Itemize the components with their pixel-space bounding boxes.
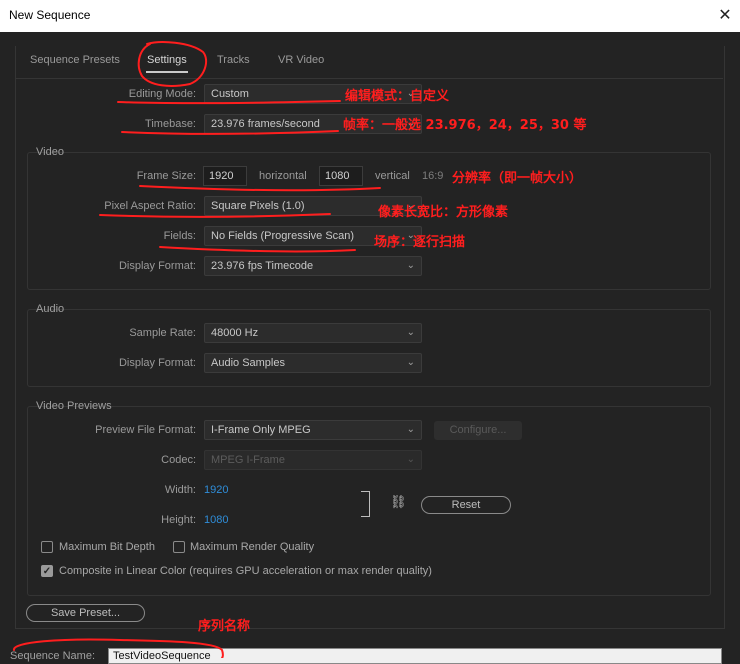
linear-color-label: Composite in Linear Color (requires GPU …: [59, 565, 432, 577]
annotation-sequence-name: 序列名称: [198, 619, 251, 634]
annotation-frame-size: 分辨率（即一帧大小）: [452, 171, 583, 186]
annotation-fields: 场序：逐行扫描: [374, 235, 466, 250]
chevron-down-icon: ⌄: [406, 357, 415, 368]
dimension-link-bracket: [361, 491, 370, 517]
chevron-down-icon: ⌄: [406, 454, 415, 465]
codec-value: MPEG I-Frame: [211, 454, 285, 466]
frame-size-label: Frame Size:: [136, 170, 196, 182]
max-bit-depth-label: Maximum Bit Depth: [59, 541, 155, 553]
audio-display-format-dropdown[interactable]: Audio Samples ⌄: [204, 353, 422, 373]
editing-mode-value: Custom: [211, 88, 249, 100]
max-bit-depth-checkbox[interactable]: [41, 541, 53, 553]
audio-display-format-label: Display Format:: [118, 357, 196, 369]
audio-display-format-value: Audio Samples: [211, 357, 285, 369]
frame-height-input[interactable]: 1080: [319, 166, 363, 186]
video-display-format-dropdown[interactable]: 23.976 fps Timecode ⌄: [204, 256, 422, 276]
codec-dropdown[interactable]: MPEG I-Frame ⌄: [204, 450, 422, 470]
active-tab-indicator: [146, 71, 188, 73]
link-icon[interactable]: ⛓: [390, 494, 407, 510]
editing-mode-label: Editing Mode:: [128, 88, 196, 100]
sequence-name-input[interactable]: TestVideoSequence: [108, 648, 722, 664]
vertical-label: vertical: [375, 170, 410, 182]
timebase-label: Timebase:: [145, 118, 196, 130]
tab-sequence-presets[interactable]: Sequence Presets: [30, 54, 120, 66]
chevron-down-icon: ⌄: [406, 260, 415, 271]
horizontal-label: horizontal: [259, 170, 307, 182]
audio-group: [27, 309, 711, 387]
timebase-value: 23.976 frames/second: [211, 118, 320, 130]
preview-width-label: Width:: [164, 484, 196, 496]
tab-settings[interactable]: Settings: [147, 54, 187, 66]
sample-rate-label: Sample Rate:: [129, 327, 196, 339]
audio-group-title: Audio: [36, 303, 65, 315]
save-preset-button[interactable]: Save Preset...: [26, 604, 145, 622]
preview-height-label: Height:: [161, 514, 196, 526]
chevron-down-icon: ⌄: [406, 424, 415, 435]
preview-file-format-dropdown[interactable]: I-Frame Only MPEG ⌄: [204, 420, 422, 440]
video-previews-group-title: Video Previews: [36, 400, 112, 412]
tab-divider: [15, 78, 723, 79]
sequence-name-label: Sequence Name:: [10, 650, 95, 662]
aspect-ratio-readout: 16:9: [422, 170, 444, 182]
pixel-aspect-value: Square Pixels (1.0): [211, 200, 305, 212]
tab-tracks[interactable]: Tracks: [217, 54, 250, 66]
max-render-quality-label: Maximum Render Quality: [190, 541, 315, 553]
preview-file-format-value: I-Frame Only MPEG: [211, 424, 311, 436]
annotation-editing-mode: 编辑模式：自定义: [345, 89, 450, 104]
preview-height-value[interactable]: 1080: [204, 514, 228, 526]
preview-file-format-label: Preview File Format:: [95, 424, 196, 436]
pixel-aspect-label: Pixel Aspect Ratio:: [104, 200, 196, 212]
linear-color-checkbox[interactable]: ✓: [41, 565, 53, 577]
close-icon[interactable]: ✕: [716, 5, 734, 25]
reset-button[interactable]: Reset: [421, 496, 511, 514]
video-group-title: Video: [36, 146, 64, 158]
annotation-timebase: 帧率：一般选 23.976，24，25，30 等: [343, 118, 587, 133]
annotation-pixel-aspect: 像素长宽比：方形像素: [378, 205, 509, 220]
codec-label: Codec:: [161, 454, 196, 466]
window-title: New Sequence: [9, 8, 91, 22]
frame-width-input[interactable]: 1920: [203, 166, 247, 186]
title-bar: New Sequence ✕: [0, 0, 740, 32]
video-display-format-label: Display Format:: [118, 260, 196, 272]
max-render-quality-checkbox[interactable]: [173, 541, 185, 553]
chevron-down-icon: ⌄: [406, 327, 415, 338]
fields-value: No Fields (Progressive Scan): [211, 230, 355, 242]
video-display-format-value: 23.976 fps Timecode: [211, 260, 314, 272]
sample-rate-dropdown[interactable]: 48000 Hz ⌄: [204, 323, 422, 343]
tab-vr-video[interactable]: VR Video: [278, 54, 324, 66]
fields-label: Fields:: [163, 230, 196, 242]
preview-width-value[interactable]: 1920: [204, 484, 228, 496]
checkmark-icon: ✓: [42, 566, 52, 577]
configure-button[interactable]: Configure...: [434, 421, 522, 440]
sample-rate-value: 48000 Hz: [211, 327, 259, 339]
